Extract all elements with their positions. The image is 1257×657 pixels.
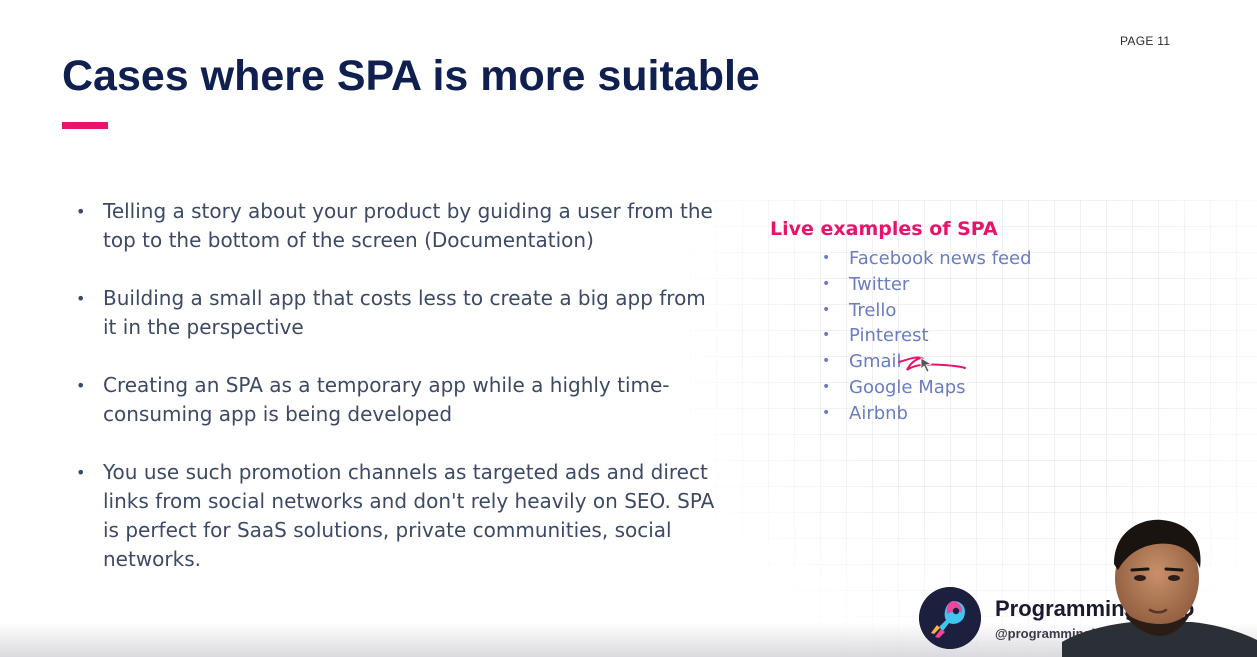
bullet-item: • Creating an SPA as a temporary app whil… [72,371,722,429]
example-text: Facebook news feed [849,248,1032,269]
examples-list: • Facebook news feed • Twitter • Trello • Pi… [820,246,1032,427]
bullet-text: Telling a story about your product by gu… [103,199,713,252]
bullet-dot-icon: • [822,250,831,266]
example-item: • Trello [820,298,1032,324]
example-item: • Facebook news feed [820,246,1032,272]
bullet-dot-icon: • [822,353,831,370]
bullet-dot-icon: • [822,404,831,421]
bullet-dot-icon: • [76,202,86,221]
bullet-dot-icon: • [76,289,86,308]
bullet-text: Building a small app that costs less to … [103,286,706,339]
rocket-logo-icon [919,587,981,649]
examples-heading: Live examples of SPA [770,218,998,240]
bullet-text: Creating an SPA as a temporary app while… [103,373,670,426]
example-text: Airbnb [849,402,908,424]
example-text: Twitter [849,273,910,295]
example-text: Trello [849,299,897,321]
bullet-item: • You use such promotion channels as targ… [72,458,722,574]
bullet-dot-icon: • [822,301,831,318]
example-text: Google Maps [849,376,966,398]
bullet-dot-icon: • [822,327,831,344]
bullet-dot-icon: • [822,275,831,292]
slide: PAGE 11 Cases where SPA is more suitable… [0,0,1257,657]
pen-annotation-icon [898,356,966,373]
example-item: • Twitter [820,272,1032,298]
example-item: • Airbnb [820,401,1032,427]
bullet-item: • Building a small app that costs less to… [72,284,722,342]
brand-logo-icon [919,587,981,649]
bullet-dot-icon: • [76,463,86,482]
example-item: • Pinterest [820,323,1032,349]
title-accent-bar [62,122,108,129]
presenter-webcam [1062,519,1257,657]
main-bullet-list: • Telling a story about your product by g… [72,197,722,603]
slide-title: Cases where SPA is more suitable [62,52,760,100]
example-text: Pinterest [849,325,929,347]
bullet-dot-icon: • [76,376,86,395]
bullet-item: • Telling a story about your product by g… [72,197,722,255]
page-number: PAGE 11 [1120,34,1171,48]
bullet-text: You use such promotion channels as targe… [103,460,715,571]
bullet-dot-icon: • [822,378,831,395]
